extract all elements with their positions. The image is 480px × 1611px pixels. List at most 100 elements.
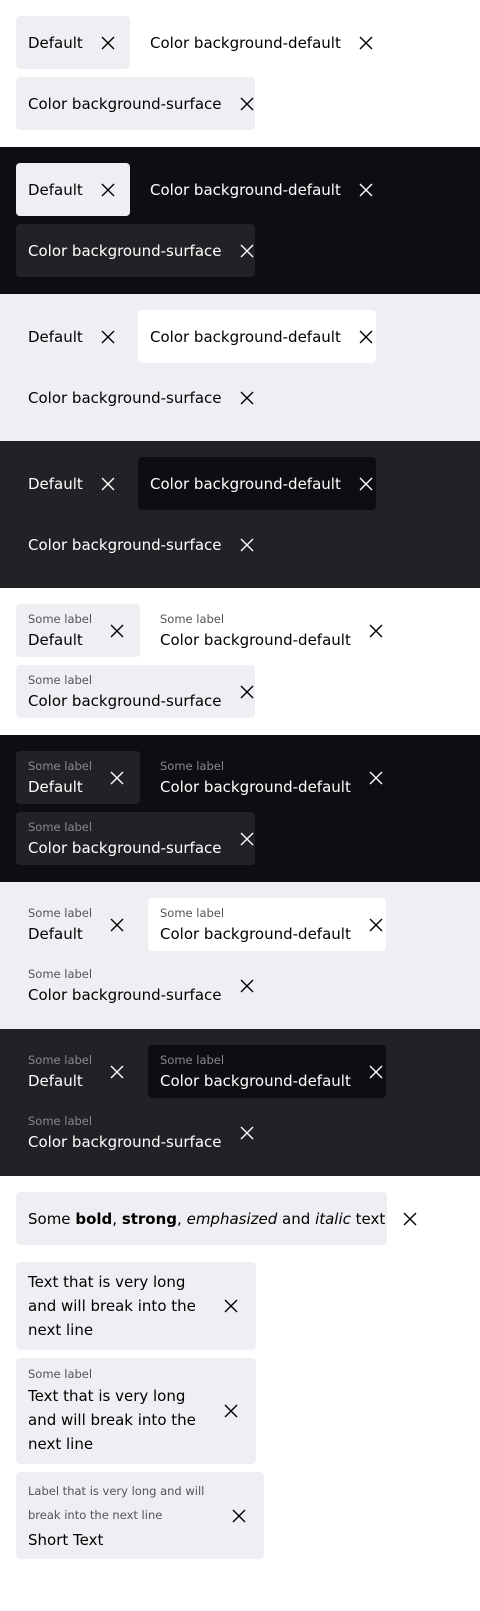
close-icon[interactable] xyxy=(363,1059,389,1085)
rich-and: and xyxy=(282,1209,311,1228)
tag-background-default: Color background-default xyxy=(138,457,376,510)
tag-label: Some label xyxy=(28,672,93,687)
close-icon[interactable] xyxy=(234,973,260,999)
tag-background-surface: Color background-surface xyxy=(16,518,255,571)
close-icon[interactable] xyxy=(363,765,389,791)
tag-text: Color background-surface xyxy=(28,94,222,113)
close-icon[interactable] xyxy=(226,1503,252,1529)
tag-label: Some label xyxy=(28,758,93,773)
tag-label: Some label xyxy=(28,611,93,626)
close-icon[interactable] xyxy=(95,177,121,203)
tag-label: Some label xyxy=(160,1052,225,1067)
rich-strong: strong xyxy=(121,1209,178,1228)
tag-text: Color background-surface xyxy=(28,535,222,554)
tag-text: Color background-default xyxy=(160,777,351,796)
tag-text: Color background-default xyxy=(160,630,351,649)
tag-label: Some label xyxy=(28,1367,93,1381)
tag-background-surface: Color background-surface xyxy=(16,371,255,424)
close-icon[interactable] xyxy=(353,324,379,350)
tag-text: Default xyxy=(28,33,83,52)
section-shade-dark: Default Color background-default Color b… xyxy=(0,441,480,588)
rich-text: text xyxy=(355,1209,386,1228)
tag-label: Some label xyxy=(28,1052,93,1067)
close-icon[interactable] xyxy=(234,385,260,411)
tag-text: Color background-default xyxy=(150,327,341,346)
close-icon[interactable] xyxy=(234,826,260,852)
section-dark: Default Color background-default Color b… xyxy=(0,147,480,294)
section-light: Default Color background-default Color b… xyxy=(0,0,480,147)
close-icon[interactable] xyxy=(234,91,260,117)
close-icon[interactable] xyxy=(218,1293,244,1319)
tag-default-labeled: Some label Default xyxy=(16,751,140,804)
tag-text: Text that is very long and will break in… xyxy=(28,1387,196,1453)
tag-long-label: Label that is very long and will break i… xyxy=(16,1472,264,1559)
close-icon[interactable] xyxy=(95,471,121,497)
tag-text: Color background-surface xyxy=(28,241,222,260)
tag-text: Default xyxy=(28,327,83,346)
close-icon[interactable] xyxy=(104,912,130,938)
close-icon[interactable] xyxy=(234,238,260,264)
rich-bold: bold xyxy=(75,1209,113,1228)
tag-label: Some label xyxy=(160,758,225,773)
tag-text: Default xyxy=(28,180,83,199)
rich-some: Some xyxy=(28,1209,71,1228)
close-icon[interactable] xyxy=(104,1059,130,1085)
tag-text: Color background-surface xyxy=(28,985,222,1004)
close-icon[interactable] xyxy=(353,177,379,203)
tag-background-default: Color background-default xyxy=(138,310,376,363)
tag-default: Default xyxy=(16,457,130,510)
close-icon[interactable] xyxy=(234,1120,260,1146)
tag-text: Color background-surface xyxy=(28,388,222,407)
close-icon[interactable] xyxy=(353,471,379,497)
tag-background-default: Color background-default xyxy=(138,16,376,69)
close-icon[interactable] xyxy=(397,1206,423,1232)
tag-background-surface: Color background-surface xyxy=(16,77,255,130)
tag-background-default-labeled: Some label Color background-default xyxy=(148,1045,386,1098)
tag-text: Color background-surface xyxy=(28,1132,222,1151)
close-icon[interactable] xyxy=(218,1398,244,1424)
section-shade-dark-labeled: Some label Default Some label Color backgr… xyxy=(0,1029,480,1176)
rich-sep: , xyxy=(112,1209,118,1228)
rich-sep: , xyxy=(177,1209,182,1228)
tag-text: Color background-default xyxy=(160,924,351,943)
tag-text: Default xyxy=(28,630,83,649)
close-icon[interactable] xyxy=(353,30,379,56)
tag-text: Short Text xyxy=(28,1531,104,1549)
tag-default-labeled: Some label Default xyxy=(16,898,140,951)
rich-italic: italic xyxy=(315,1209,351,1228)
close-icon[interactable] xyxy=(234,532,260,558)
tag-text: Default xyxy=(28,474,83,493)
tag-text: Color background-default xyxy=(150,180,341,199)
close-icon[interactable] xyxy=(104,618,130,644)
tag-text: Color background-surface xyxy=(28,691,222,710)
tag-text: Color background-default xyxy=(150,474,341,493)
tag-label: Some label xyxy=(160,905,225,920)
section-long-text: Text that is very long and will break in… xyxy=(0,1262,480,1611)
section-shade-light: Default Color background-default Color b… xyxy=(0,294,480,441)
tag-text: Default xyxy=(28,777,83,796)
close-icon[interactable] xyxy=(234,679,260,705)
tag-long-text-labeled: Some label Text that is very long and wil… xyxy=(16,1358,256,1464)
tag-default: Default xyxy=(16,310,130,363)
close-icon[interactable] xyxy=(363,618,389,644)
tag-default-labeled: Some label Default xyxy=(16,1045,140,1098)
close-icon[interactable] xyxy=(95,30,121,56)
section-dark-labeled: Some label Default Some label Color backgr… xyxy=(0,735,480,882)
tag-background-surface-labeled: Some label Color background-surface xyxy=(16,1106,255,1159)
section-light-labeled: Some label Default Some label Color backgr… xyxy=(0,588,480,735)
tag-long-text: Text that is very long and will break in… xyxy=(16,1262,256,1350)
close-icon[interactable] xyxy=(363,912,389,938)
tag-text: Default xyxy=(28,1071,83,1090)
tag-default: Default xyxy=(16,16,130,69)
tag-label: Some label xyxy=(28,1113,93,1128)
tag-text: Text that is very long and will break in… xyxy=(28,1273,196,1339)
tag-rich-text: Some bold, strong, emphasized and italic… xyxy=(16,1192,417,1245)
tag-background-default-labeled: Some label Color background-default xyxy=(148,898,386,951)
tag-background-default: Color background-default xyxy=(138,163,376,216)
tag-text: Color background-default xyxy=(160,1071,351,1090)
close-icon[interactable] xyxy=(95,324,121,350)
close-icon[interactable] xyxy=(104,765,130,791)
section-shade-light-labeled: Some label Default Some label Color backgr… xyxy=(0,882,480,1029)
tag-label: Some label xyxy=(160,611,225,626)
tag-label: Some label xyxy=(28,905,93,920)
